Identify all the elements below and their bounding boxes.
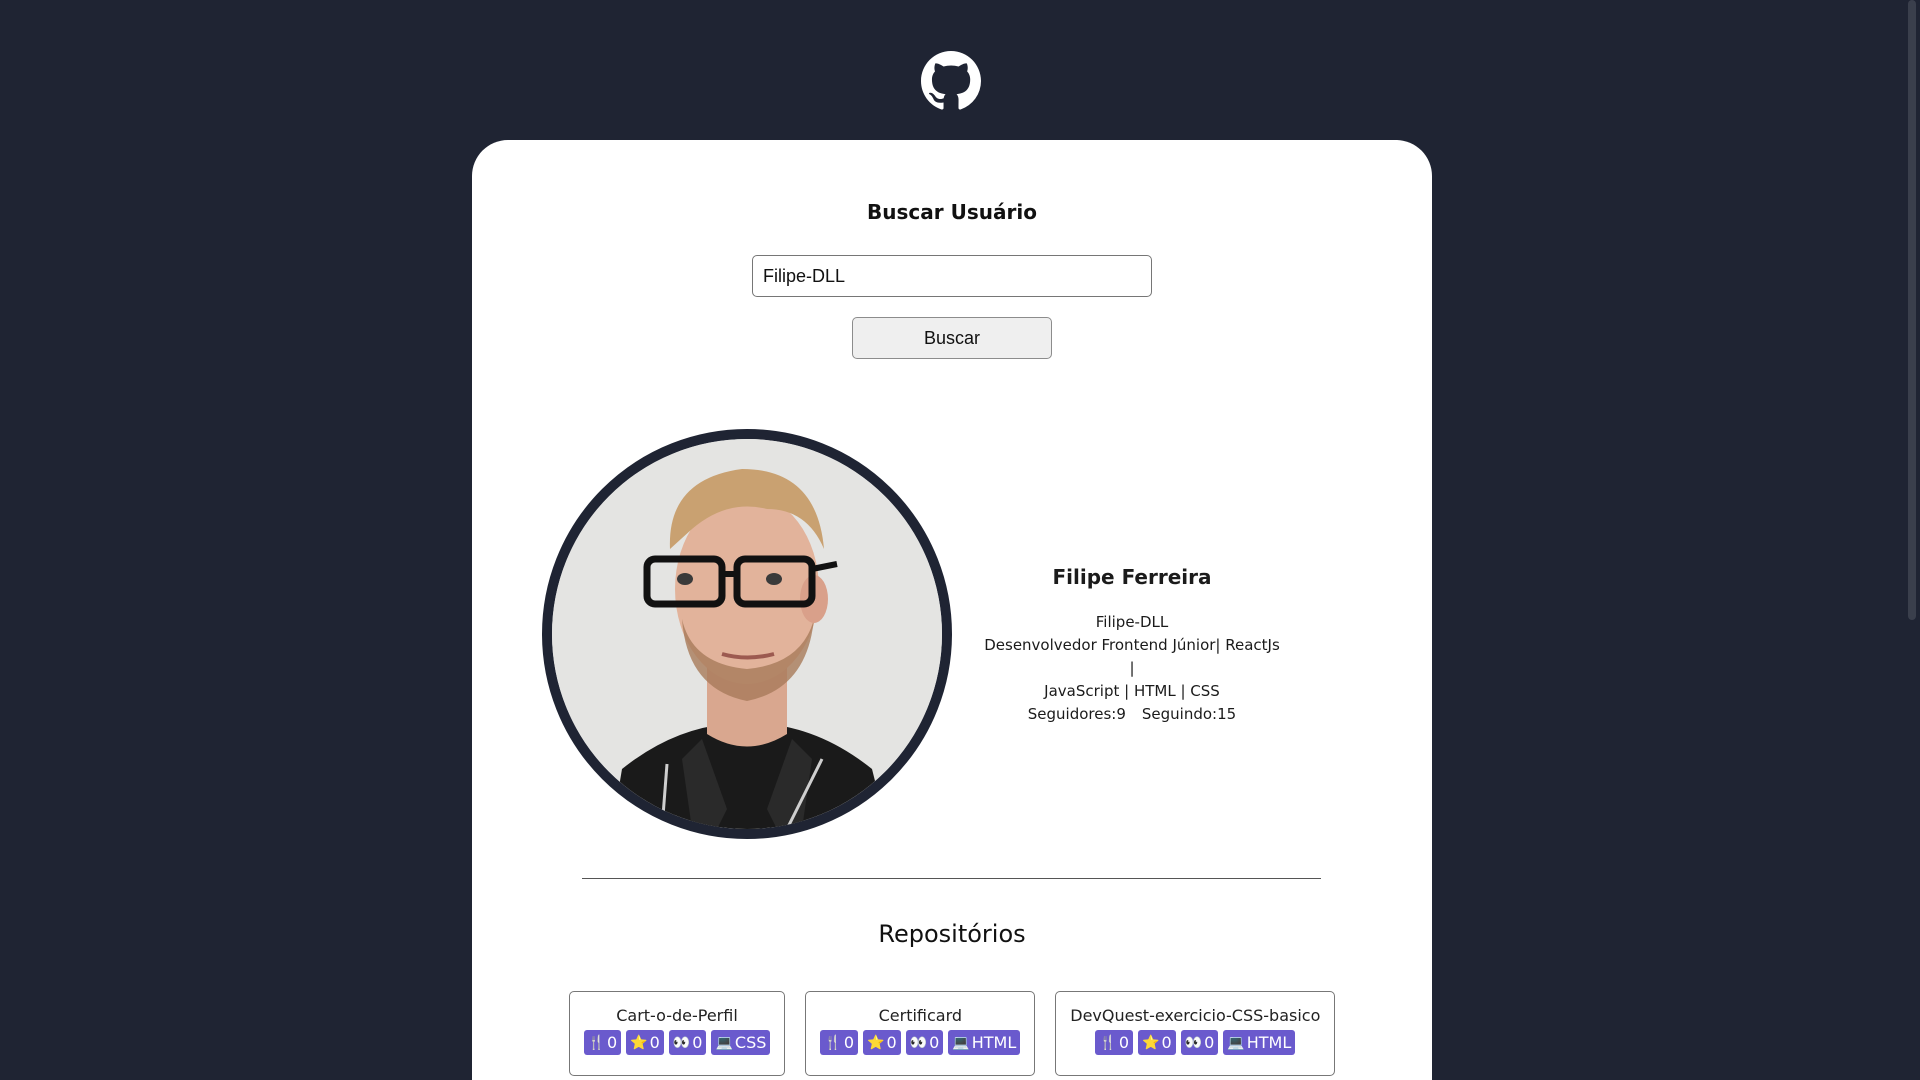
laptop-icon: 💻 (1227, 1034, 1245, 1051)
section-divider (582, 878, 1321, 879)
repositories-title: Repositórios (878, 920, 1026, 948)
repository-card[interactable]: Certificard 🍴 0 ⭐ 0 👀 0 💻 HTML (805, 991, 1036, 1076)
profile-bio-line-2: JavaScript | HTML | CSS (1044, 682, 1220, 700)
watchers-badge: 👀 0 (668, 1030, 707, 1055)
repository-name: Certificard (878, 1006, 963, 1025)
watchers-badge: 👀 0 (1180, 1030, 1219, 1055)
watchers-badge: 👀 0 (905, 1030, 944, 1055)
star-icon: ⭐ (630, 1034, 648, 1051)
forks-badge: 🍴 0 (820, 1030, 859, 1055)
repository-name: Cart-o-de-Perfil (616, 1006, 738, 1025)
repository-badges: 🍴 0 ⭐ 0 👀 0 💻 HTML (820, 1030, 1021, 1055)
forks-badge: 🍴 0 (583, 1030, 622, 1055)
star-icon: ⭐ (867, 1034, 885, 1051)
eyes-icon: 👀 (909, 1034, 928, 1051)
forks-count: 0 (607, 1033, 618, 1052)
page-scrollbar[interactable] (1903, 0, 1920, 1080)
stars-badge: ⭐ 0 (626, 1030, 664, 1055)
following-count: Seguindo:15 (1141, 705, 1237, 723)
watchers-count: 0 (1204, 1033, 1215, 1052)
forks-badge: 🍴 0 (1095, 1030, 1134, 1055)
profile-stats: Seguidores:9 Seguindo:15 (982, 703, 1282, 726)
followers-count: Seguidores:9 (1027, 705, 1126, 723)
profile-name: Filipe Ferreira (1052, 565, 1212, 589)
profile-info: Filipe Ferreira Filipe-DLL Desenvolvedor… (982, 565, 1282, 726)
main-card: Buscar Usuário Buscar (472, 140, 1432, 1080)
eyes-icon: 👀 (1184, 1034, 1203, 1051)
profile-username: Filipe-DLL (1095, 613, 1169, 631)
stars-count: 0 (1161, 1033, 1172, 1052)
stars-count: 0 (886, 1033, 897, 1052)
scrollbar-thumb[interactable] (1908, 0, 1916, 620)
repository-list: Cart-o-de-Perfil 🍴 0 ⭐ 0 👀 0 💻 CSS Certifica… (472, 991, 1432, 1076)
stars-count: 0 (649, 1033, 660, 1052)
search-button[interactable]: Buscar (852, 317, 1052, 359)
fork-icon: 🍴 (587, 1034, 606, 1051)
avatar (542, 429, 952, 839)
laptop-icon: 💻 (715, 1034, 733, 1051)
watchers-count: 0 (692, 1033, 703, 1052)
eyes-icon: 👀 (672, 1034, 691, 1051)
language-badge: 💻 HTML (948, 1030, 1021, 1055)
language-label: HTML (1246, 1033, 1292, 1052)
repository-card[interactable]: Cart-o-de-Perfil 🍴 0 ⭐ 0 👀 0 💻 CSS (568, 991, 786, 1076)
language-badge: 💻 HTML (1223, 1030, 1296, 1055)
search-title: Buscar Usuário (867, 200, 1037, 224)
page: Buscar Usuário Buscar (0, 0, 1920, 1080)
language-label: HTML (971, 1033, 1017, 1052)
repository-badges: 🍴 0 ⭐ 0 👀 0 💻 CSS (583, 1030, 771, 1055)
stars-badge: ⭐ 0 (863, 1030, 901, 1055)
language-label: CSS (734, 1033, 767, 1052)
language-badge: 💻 CSS (711, 1030, 771, 1055)
github-logo-icon (921, 51, 981, 111)
search-input[interactable] (752, 255, 1152, 297)
fork-icon: 🍴 (824, 1034, 842, 1051)
fork-icon: 🍴 (1099, 1034, 1117, 1051)
repository-badges: 🍴 0 ⭐ 0 👀 0 💻 HTML (1070, 1030, 1320, 1055)
repository-card[interactable]: DevQuest-exercicio-CSS-basico 🍴 0 ⭐ 0 👀 0 💻… (1055, 991, 1336, 1076)
watchers-count: 0 (929, 1033, 940, 1052)
stars-badge: ⭐ 0 (1138, 1030, 1176, 1055)
laptop-icon: 💻 (952, 1034, 970, 1051)
forks-count: 0 (843, 1033, 855, 1052)
profile-bio-line-1: Desenvolvedor Frontend Júnior| ReactJs | (984, 636, 1280, 677)
forks-count: 0 (1118, 1033, 1130, 1052)
repository-name: DevQuest-exercicio-CSS-basico (1070, 1006, 1321, 1025)
star-icon: ⭐ (1142, 1034, 1160, 1051)
